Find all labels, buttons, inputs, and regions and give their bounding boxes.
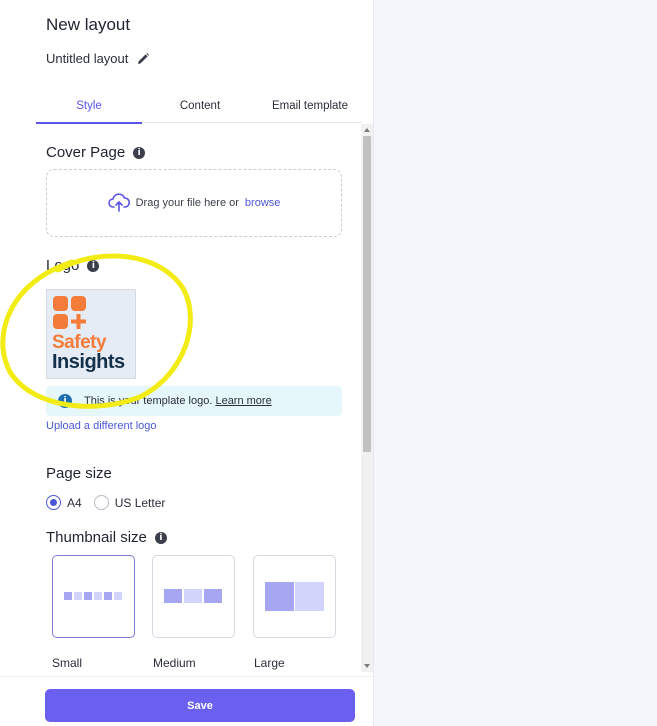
layout-name-row: Untitled layout (46, 51, 150, 66)
page-size-title: Page size (46, 465, 112, 482)
dropzone-text: Drag your file here or (135, 197, 239, 209)
thumb-preview-block (265, 582, 294, 611)
thumb-preview-block (295, 582, 324, 611)
thumb-preview-block (184, 589, 202, 603)
thumb-preview-block (164, 589, 182, 603)
logo-title: Logo (46, 257, 80, 274)
page-size-options: A4 US Letter (46, 495, 171, 510)
template-logo-banner: i This is your template logo. Learn more (46, 386, 342, 416)
logo-mark-icon (53, 296, 86, 329)
info-icon[interactable]: i (87, 259, 100, 272)
logo-preview: Safety Insights (46, 289, 136, 379)
tab-style[interactable]: Style (36, 88, 142, 124)
thumb-preview-block (74, 592, 82, 600)
cloud-upload-icon (107, 193, 130, 213)
layout-settings-panel: New layout Untitled layout Style Content… (0, 0, 374, 726)
thumb-preview-block (114, 592, 122, 600)
tab-email-template[interactable]: Email template (258, 88, 362, 123)
learn-more-link[interactable]: Learn more (215, 395, 271, 407)
browse-link[interactable]: browse (245, 197, 280, 209)
save-button[interactable]: Save (45, 689, 355, 722)
cover-page-dropzone[interactable]: Drag your file here or browse (46, 169, 342, 237)
pencil-icon[interactable] (136, 52, 150, 66)
upload-different-logo-link[interactable]: Upload a different logo (46, 420, 157, 432)
thumbnail-small-label: Small (52, 656, 83, 670)
page-size-heading: Page size (46, 465, 112, 482)
tab-content[interactable]: Content (142, 88, 258, 123)
thumb-preview-block (204, 589, 222, 603)
thumb-preview-block (64, 592, 72, 600)
thumbnail-size-heading: Thumbnail size i (46, 529, 167, 546)
logo-heading: Logo i (46, 257, 100, 274)
thumbnail-medium-label: Medium (153, 656, 196, 670)
scrollbar-thumb[interactable] (363, 136, 371, 452)
thumb-preview-block (84, 592, 92, 600)
thumbnail-small-option[interactable] (52, 555, 135, 638)
thumbnail-large-label: Large (254, 656, 285, 670)
info-icon[interactable]: i (154, 531, 167, 544)
thumbnail-medium-option[interactable] (152, 555, 235, 638)
banner-text: This is your template logo. (84, 395, 213, 407)
radio-us-letter-label[interactable]: US Letter (115, 496, 166, 510)
logo-word-insights: Insights (52, 351, 125, 373)
thumbnail-size-title: Thumbnail size (46, 529, 147, 546)
panel-scrollbar[interactable] (361, 124, 373, 672)
layout-name: Untitled layout (46, 51, 129, 66)
scroll-down-arrow-icon[interactable] (364, 664, 370, 668)
cover-page-title: Cover Page (46, 144, 126, 161)
page-title: New layout (46, 15, 131, 34)
radio-a4-label[interactable]: A4 (67, 496, 82, 510)
cover-page-heading: Cover Page i (46, 144, 146, 161)
radio-a4[interactable] (46, 495, 61, 510)
info-icon[interactable]: i (133, 146, 146, 159)
radio-us-letter[interactable] (93, 495, 109, 510)
tab-bar: Style Content Email template (36, 88, 362, 124)
thumb-preview-block (94, 592, 102, 600)
thumbnail-large-option[interactable] (253, 555, 336, 638)
preview-area (374, 0, 657, 726)
settings-scroll-region[interactable]: Cover Page i Drag your file here or brow… (0, 124, 374, 672)
scroll-up-arrow-icon[interactable] (364, 128, 370, 132)
footer-divider (0, 676, 374, 677)
info-circle-icon: i (58, 394, 72, 408)
thumb-preview-block (104, 592, 112, 600)
